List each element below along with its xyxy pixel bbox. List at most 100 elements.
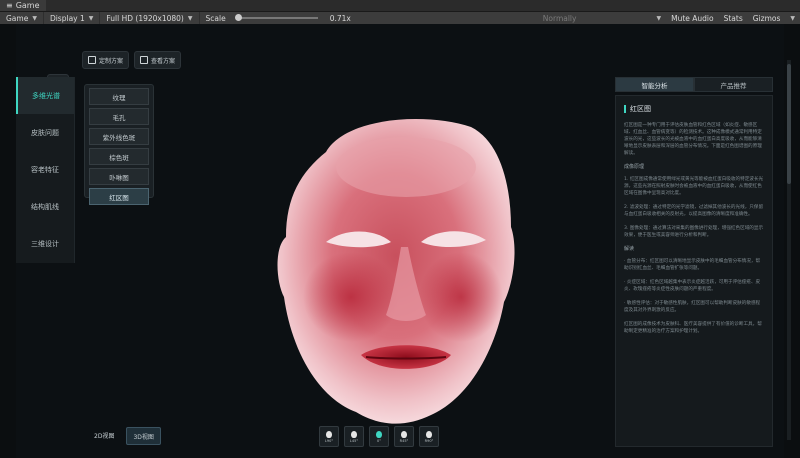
section-title: 成像原理 xyxy=(624,164,645,170)
game-toolbar: Game ▼ Display 1 ▼ Full HD (1920x1080) ▼ Sc… xyxy=(0,12,800,24)
angle-label: R90° xyxy=(424,438,434,443)
chevron-down-icon: ▼ xyxy=(88,14,94,22)
face-3d-model[interactable] xyxy=(256,97,546,437)
view-plan-button[interactable]: 查看方案 xyxy=(134,51,182,69)
forehead-area xyxy=(336,137,476,197)
scale-label: Scale xyxy=(205,13,226,23)
sub-item-label: 红区图 xyxy=(109,193,129,202)
paragraph: · 血管分布：红区图可以清晰地显示皮肤中的毛细血管分布情况，帮助识别红血丝、毛细… xyxy=(624,259,761,271)
nav-item-3d-design[interactable]: 三维设计 xyxy=(16,225,74,262)
sub-item-texture[interactable]: 纹理 xyxy=(89,88,149,105)
nav-item-spectrum[interactable]: 多维光谱 xyxy=(16,77,74,114)
sub-item-brown-spots[interactable]: 棕色斑 xyxy=(89,148,149,165)
game-tab[interactable]: ≡ Game xyxy=(0,0,46,11)
mute-audio-toggle[interactable]: Mute Audio xyxy=(666,14,718,23)
scale-control: Scale 0.71x xyxy=(200,12,357,24)
view-plan-label: 查看方案 xyxy=(151,57,176,65)
analysis-panel: 智能分析 产品推荐 红区图 红区图是一种专门用于评估皮肤血管和红色区域（如炎症、… xyxy=(615,77,773,453)
head-icon xyxy=(326,430,332,438)
sub-item-label: 棕色斑 xyxy=(109,153,129,162)
nav-item-label: 多维光谱 xyxy=(32,91,60,100)
nav-item-label: 皮肤问题 xyxy=(31,128,59,137)
custom-plan-button[interactable]: 定制方案 xyxy=(82,51,130,69)
view-dropdown[interactable]: Game ▼ xyxy=(0,12,44,24)
angle-front-button[interactable]: 0° xyxy=(369,426,389,447)
document-icon xyxy=(88,56,96,64)
nav-item-structure[interactable]: 结构肌线 xyxy=(16,188,74,225)
2d-view-button[interactable]: 2D视图 xyxy=(88,427,120,443)
tab-label: 智能分析 xyxy=(641,81,668,90)
stats-toggle[interactable]: Stats xyxy=(719,14,748,23)
right-cheek-redness xyxy=(419,252,503,342)
nav-item-label: 结构肌线 xyxy=(31,202,59,211)
tab-product-recommend[interactable]: 产品推荐 xyxy=(694,77,773,92)
game-view-icon: ≡ xyxy=(6,1,13,10)
left-nav: 多维光谱 皮肤问题 容老特征 结构肌线 三维设计 xyxy=(16,77,75,263)
custom-plan-label: 定制方案 xyxy=(99,57,124,65)
angle-l45-button[interactable]: L45° xyxy=(344,426,364,447)
analysis-content: 红区图 红区图是一种专门用于评估皮肤血管和红色区域（如炎症、敏感区域、红血丝、血… xyxy=(615,95,773,447)
paragraph: 2. 滤波处理：通过特定的光学滤镜，过滤掉其他波长的光线，只保留与血红蛋白吸收相… xyxy=(624,205,764,217)
head-icon xyxy=(351,430,357,438)
resolution-dropdown-label: Full HD (1920x1080) xyxy=(106,13,184,23)
nav-item-label: 容老特征 xyxy=(31,165,59,174)
heading-text: 红区图 xyxy=(630,105,651,113)
section-title: 解读 xyxy=(624,246,635,252)
document-icon xyxy=(140,56,149,64)
angle-label: L90° xyxy=(324,438,334,443)
scale-slider[interactable] xyxy=(234,14,318,21)
analysis-tabs: 智能分析 产品推荐 xyxy=(615,77,773,92)
chevron-down-icon: ▼ xyxy=(790,14,795,22)
sub-item-label: 卟啉图 xyxy=(109,173,129,182)
angle-label: R45° xyxy=(399,438,409,443)
3d-view-label: 3D视图 xyxy=(133,433,154,441)
sub-item-pores[interactable]: 毛孔 xyxy=(89,108,149,125)
gizmos-toggle[interactable]: Gizmos xyxy=(748,14,786,23)
sub-item-red-zone[interactable]: 红区图 xyxy=(89,188,149,205)
display-dropdown[interactable]: Display 1 ▼ xyxy=(44,12,101,24)
tab-smart-analysis[interactable]: 智能分析 xyxy=(615,77,694,92)
2d-view-label: 2D视图 xyxy=(94,432,115,440)
angle-l90-button[interactable]: L90° xyxy=(319,426,339,447)
sub-item-porphyrin[interactable]: 卟啉图 xyxy=(89,168,149,185)
tab-label: 产品推荐 xyxy=(720,81,747,90)
head-icon xyxy=(401,430,407,438)
head-icon xyxy=(426,430,432,438)
angle-label: L45° xyxy=(349,438,359,443)
chevron-down-icon: ▼ xyxy=(32,14,37,22)
chevron-down-icon: ▼ xyxy=(187,14,193,22)
plan-buttons: 定制方案 查看方案 xyxy=(82,51,182,69)
paragraph: 3. 图像处理：通过算法对采集的图像进行处理，增强红色区域的显示效果，便于医生或… xyxy=(624,226,764,238)
nav-item-skin-issues[interactable]: 皮肤问题 xyxy=(16,114,74,151)
paragraph: 红区图的成像技术为皮肤科、医疗美容提供了有价值的诊断工具，帮助制定更精准的治疗方… xyxy=(624,322,762,334)
vsync-dropdown[interactable]: Normally xyxy=(538,14,582,23)
chevron-down-icon: ▼ xyxy=(656,14,662,22)
resolution-dropdown[interactable]: Full HD (1920x1080) ▼ xyxy=(100,12,200,24)
angle-r90-button[interactable]: R90° xyxy=(419,426,439,447)
angle-label: 0° xyxy=(377,438,381,443)
editor-titlebar: ≡ Game xyxy=(0,0,800,12)
scrollbar-thumb[interactable] xyxy=(787,64,791,184)
scale-slider-knob[interactable] xyxy=(234,14,242,21)
panel-scrollbar[interactable] xyxy=(787,60,791,440)
heading-accent-bar xyxy=(624,105,626,113)
nav-item-aging[interactable]: 容老特征 xyxy=(16,151,74,188)
sub-item-label: 纹理 xyxy=(112,93,126,102)
paragraph: · 炎症区域：红色区域越集中表示炎症越活跃，可用于评估痤疮、皮炎、玫瑰痤疮等炎症… xyxy=(624,280,761,292)
sub-item-label: 毛孔 xyxy=(112,113,126,122)
left-cheek-redness xyxy=(303,252,399,342)
view-mode-toggle: 2D视图 3D视图 xyxy=(88,427,161,445)
angle-r45-button[interactable]: R45° xyxy=(394,426,414,447)
head-icon xyxy=(376,430,382,438)
3d-view-button[interactable]: 3D视图 xyxy=(126,427,161,445)
spectrum-subpanel: 纹理 毛孔 紫外线色斑 棕色斑 卟啉图 红区图 xyxy=(84,84,154,205)
paragraph: 1. 红区图成像通常使用绿光或黄光等能被血红蛋白吸收的特定波长光源，这些光源在照… xyxy=(624,177,764,196)
game-viewport: 定制方案 查看方案 多维光谱 皮肤问题 容老特征 结构肌线 三维设计 纹理 毛孔… xyxy=(16,24,784,458)
sub-item-uv-spots[interactable]: 紫外线色斑 xyxy=(89,128,149,145)
angle-selector: L90° L45° 0° R45° R90° xyxy=(319,426,439,447)
view-dropdown-label: Game xyxy=(6,13,29,23)
scale-value: 0.71x xyxy=(329,13,351,23)
game-tab-label: Game xyxy=(15,1,40,10)
intro-paragraph: 红区图是一种专门用于评估皮肤血管和红色区域（如炎症、敏感区域、红血丝、血管病变等… xyxy=(624,123,762,156)
analysis-heading: 红区图 xyxy=(624,104,764,114)
